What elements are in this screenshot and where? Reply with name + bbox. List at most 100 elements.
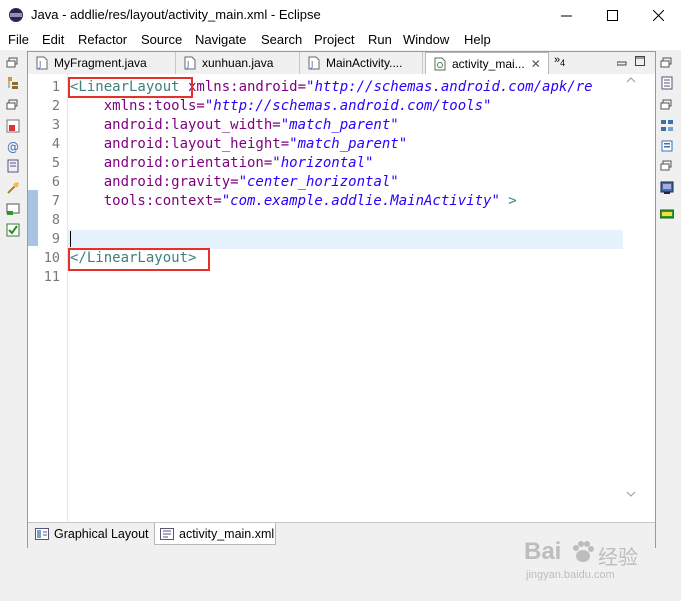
- minimize-icon: [560, 15, 572, 16]
- line-number: 7: [51, 193, 60, 209]
- tab-mainactivity[interactable]: J MainActivity....: [300, 52, 423, 74]
- gutter-divider: [67, 74, 68, 522]
- logcat-view-icon[interactable]: [660, 207, 674, 221]
- tab-overflow-button[interactable]: »4: [554, 54, 565, 68]
- attribute: xmlns:android=: [179, 79, 307, 95]
- xml-file-icon: [434, 57, 446, 71]
- tab-label: Graphical Layout: [54, 527, 149, 541]
- line-number: 5: [51, 155, 60, 171]
- declaration-view-icon[interactable]: [6, 159, 20, 173]
- attribute-value: "center_horizontal": [238, 174, 399, 190]
- code-editor[interactable]: 1 2 3 4 5 6 7 8 9 10 11 <LinearLayout xm…: [28, 74, 655, 534]
- maximize-button[interactable]: [589, 0, 635, 30]
- eclipse-logo-icon: [9, 8, 23, 22]
- tab-label: xunhuan.java: [202, 56, 274, 70]
- attribute-value: "http://schemas.android.com/tools": [204, 98, 492, 114]
- watermark-suffix: 经验: [598, 547, 638, 569]
- attribute-value: "com.example.addlie.MainActivity": [221, 193, 500, 209]
- javadoc-view-icon[interactable]: @: [6, 139, 20, 153]
- attribute: android:layout_height=: [70, 136, 290, 152]
- code-line-6: android:gravity="center_horizontal": [70, 173, 399, 192]
- menu-run[interactable]: Run: [368, 32, 392, 47]
- attribute: android:gravity=: [70, 174, 239, 190]
- tab-activity-main-xml[interactable]: activity_main.xml: [154, 523, 276, 545]
- baidu-paw-icon: [573, 541, 594, 562]
- maximize-editor-icon[interactable]: [635, 56, 645, 66]
- attribute: android:orientation=: [70, 155, 273, 171]
- menu-help[interactable]: Help: [464, 32, 491, 47]
- restore-view-icon[interactable]: [6, 56, 20, 70]
- watermark-brand: Bai: [524, 538, 562, 565]
- attribute-value: "match_parent": [280, 117, 399, 133]
- restore-view-icon-right[interactable]: [660, 56, 674, 70]
- close-button[interactable]: [635, 0, 681, 30]
- line-number: 11: [43, 269, 60, 285]
- java-file-icon: J: [184, 56, 196, 70]
- restore-view-icon-right-3[interactable]: [660, 159, 674, 173]
- menu-project[interactable]: Project: [314, 32, 354, 47]
- package-explorer-icon[interactable]: [6, 76, 20, 90]
- problems-view-icon[interactable]: [6, 119, 20, 133]
- tab-activity-main[interactable]: activity_mai... ✕: [425, 52, 549, 75]
- tab-xunhuan[interactable]: J xunhuan.java: [176, 52, 300, 74]
- java-file-icon: J: [36, 56, 48, 70]
- menu-window[interactable]: Window: [403, 32, 449, 47]
- vertical-scrollbar[interactable]: [624, 74, 638, 522]
- menu-search[interactable]: Search: [261, 32, 302, 47]
- tab-myfragment[interactable]: J MyFragment.java: [28, 52, 176, 74]
- attribute: android:layout_width=: [70, 117, 281, 133]
- close-tab-icon[interactable]: ✕: [531, 57, 541, 71]
- tab-label: activity_main.xml: [179, 526, 275, 541]
- menu-navigate[interactable]: Navigate: [195, 32, 246, 47]
- devices-view-icon[interactable]: [660, 181, 674, 195]
- window-title: Java - addlie/res/layout/activity_main.x…: [31, 7, 321, 22]
- attribute: xmlns:tools=: [70, 98, 205, 114]
- code-line-2: xmlns:tools="http://schemas.android.com/…: [70, 97, 492, 116]
- tab-label: MyFragment.java: [54, 56, 147, 70]
- tab-graphical-layout[interactable]: Graphical Layout: [30, 523, 152, 545]
- code-line-3: android:layout_width="match_parent": [70, 116, 399, 135]
- code-line-5: android:orientation="horizontal": [70, 154, 374, 173]
- text-caret: [70, 231, 71, 247]
- attribute-value: "horizontal": [272, 155, 374, 171]
- outline-doc-icon[interactable]: [660, 76, 674, 90]
- line-number: 3: [51, 117, 60, 133]
- menu-bar: File Edit Refactor Source Navigate Searc…: [0, 30, 681, 50]
- restore-view-icon-2[interactable]: [6, 98, 20, 112]
- highlight-box-close-tag: [68, 248, 210, 271]
- svg-text:J: J: [186, 60, 189, 69]
- attribute-value: "http://schemas.android.com/apk/re: [306, 79, 593, 95]
- title-bar: Java - addlie/res/layout/activity_main.x…: [0, 0, 681, 30]
- editor-area: J MyFragment.java J xunhuan.java J MainA…: [27, 51, 656, 548]
- minimize-editor-icon[interactable]: [617, 56, 627, 66]
- menu-file[interactable]: File: [8, 32, 29, 47]
- search-view-icon[interactable]: [6, 181, 20, 195]
- task-list-icon[interactable]: [660, 139, 674, 153]
- close-icon: [652, 9, 664, 21]
- tag-end: >: [499, 193, 517, 209]
- outline-view-icon[interactable]: [660, 119, 674, 133]
- line-number: 1: [51, 79, 60, 95]
- menu-source[interactable]: Source: [141, 32, 182, 47]
- attribute-value: "match_parent": [289, 136, 408, 152]
- watermark-domain: jingyan.baidu.com: [526, 569, 615, 581]
- attribute: tools:context=: [70, 193, 222, 209]
- svg-text:J: J: [38, 60, 41, 69]
- menu-refactor[interactable]: Refactor: [78, 32, 127, 47]
- scrollbar-arrows-icon: [626, 77, 636, 497]
- restore-view-icon-right-2[interactable]: [660, 98, 674, 112]
- line-number-gutter: 1 2 3 4 5 6 7 8 9 10 11: [28, 74, 66, 522]
- console-view-icon[interactable]: [6, 202, 20, 216]
- minimize-button[interactable]: [543, 0, 589, 30]
- line-number: 9: [51, 231, 60, 247]
- svg-text:J: J: [310, 60, 313, 69]
- tab-overflow-count: 4: [560, 58, 566, 69]
- menu-edit[interactable]: Edit: [42, 32, 64, 47]
- code-line-4: android:layout_height="match_parent": [70, 135, 407, 154]
- graphical-layout-icon: [35, 528, 49, 540]
- line-number: 2: [51, 98, 60, 114]
- tab-label: MainActivity....: [326, 56, 403, 70]
- tasks-view-icon[interactable]: [6, 223, 20, 237]
- svg-text:@: @: [7, 140, 19, 153]
- change-marker: [28, 190, 38, 246]
